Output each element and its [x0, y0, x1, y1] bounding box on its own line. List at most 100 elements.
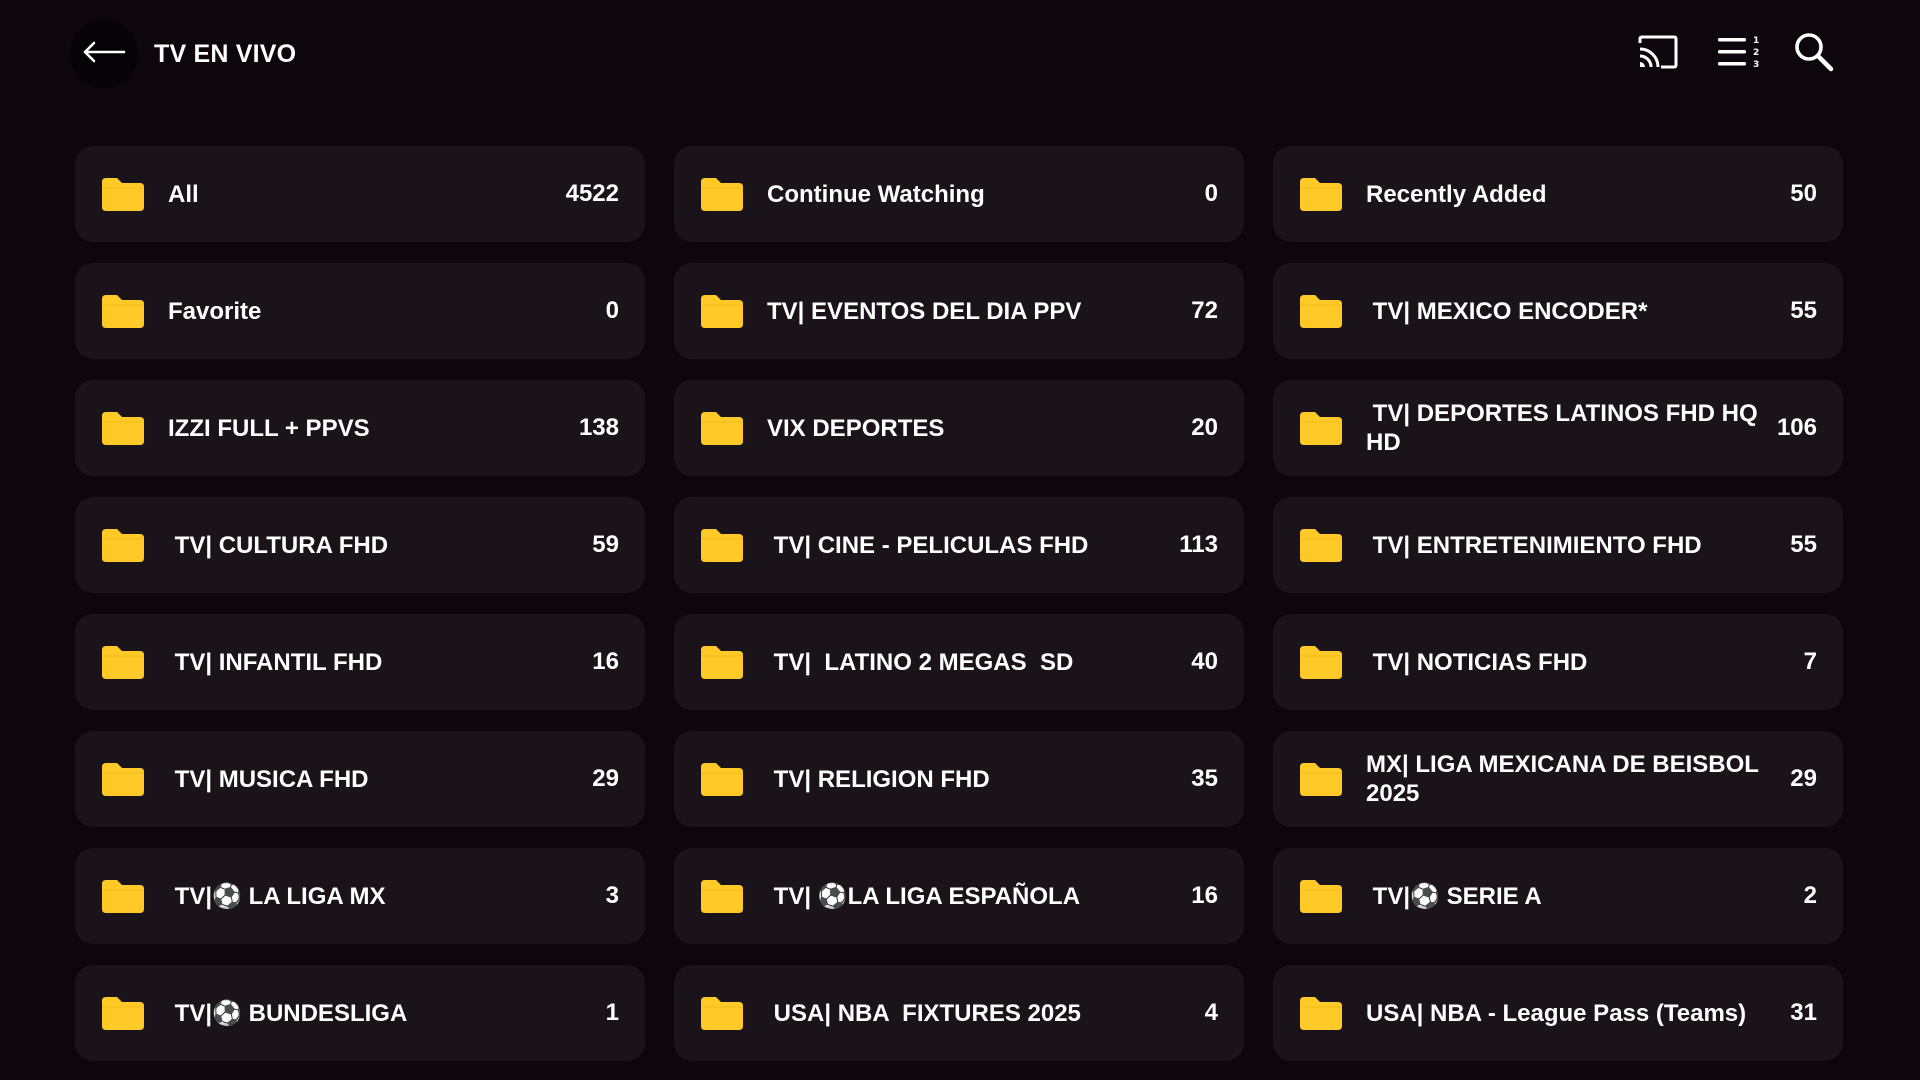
category-label: TV| LATINO 2 MEGAS SD	[767, 648, 1074, 676]
sort-button[interactable]: 1 2 3	[1714, 30, 1762, 78]
category-card[interactable]: TV| DEPORTES LATINOS FHD HQ HD 106	[1273, 380, 1843, 476]
category-card[interactable]: TV| CINE - PELICULAS FHD 113	[674, 497, 1244, 593]
category-label: VIX DEPORTES	[767, 414, 945, 442]
category-card[interactable]: IZZI FULL + PPVS 138	[75, 380, 645, 476]
category-card[interactable]: TV| ENTRETENIMIENTO FHD 55	[1273, 497, 1843, 593]
sort-numbered-list-icon: 1 2 3	[1716, 34, 1760, 75]
folder-icon	[100, 877, 146, 915]
category-label: TV| CINE - PELICULAS FHD	[767, 531, 1089, 559]
category-card[interactable]: TV| RELIGION FHD 35	[674, 731, 1244, 827]
category-label: TV|⚽ SERIE A	[1366, 882, 1542, 910]
category-label: TV| DEPORTES LATINOS FHD HQ HD	[1366, 400, 1765, 456]
category-card[interactable]: TV|⚽ SERIE A 2	[1273, 848, 1843, 944]
category-label: TV| ⚽LA LIGA ESPAÑOLA	[767, 882, 1081, 910]
search-button[interactable]	[1790, 30, 1838, 78]
category-count: 16	[592, 648, 619, 675]
category-count: 20	[1191, 414, 1218, 441]
folder-icon	[699, 409, 745, 447]
category-label: TV|⚽ BUNDESLIGA	[168, 999, 408, 1027]
category-count: 1	[605, 999, 619, 1026]
back-button[interactable]	[70, 20, 138, 88]
category-label: TV| RELIGION FHD	[767, 765, 990, 793]
category-count: 7	[1803, 648, 1817, 675]
category-count: 0	[1204, 180, 1218, 207]
category-card[interactable]: USA| NBA - League Pass (Teams) 31	[1273, 965, 1843, 1061]
folder-icon	[100, 643, 146, 681]
top-bar: TV EN VIVO 1 2 3	[0, 0, 1920, 110]
folder-icon	[100, 760, 146, 798]
folder-icon	[1298, 175, 1344, 213]
category-card[interactable]: TV| MUSICA FHD 29	[75, 731, 645, 827]
category-count: 31	[1790, 999, 1817, 1026]
category-card[interactable]: TV| MEXICO ENCODER* 55	[1273, 263, 1843, 359]
category-count: 29	[1790, 765, 1817, 792]
page-title: TV EN VIVO	[154, 40, 297, 68]
folder-icon	[100, 409, 146, 447]
category-count: 113	[1179, 531, 1218, 558]
svg-text:2: 2	[1753, 48, 1759, 58]
category-card[interactable]: TV| LATINO 2 MEGAS SD 40	[674, 614, 1244, 710]
folder-icon	[1298, 643, 1344, 681]
folder-icon	[100, 175, 146, 213]
category-card[interactable]: TV| ⚽LA LIGA ESPAÑOLA 16	[674, 848, 1244, 944]
category-label: Favorite	[168, 297, 262, 325]
folder-icon	[1298, 409, 1344, 447]
folder-icon	[1298, 526, 1344, 564]
category-label: MX| LIGA MEXICANA DE BEISBOL 2025	[1366, 751, 1766, 807]
folder-icon	[699, 175, 745, 213]
cast-icon	[1637, 34, 1679, 75]
category-label: TV| INFANTIL FHD	[168, 648, 383, 676]
category-card[interactable]: MX| LIGA MEXICANA DE BEISBOL 2025 29	[1273, 731, 1843, 827]
category-card[interactable]: TV| CULTURA FHD 59	[75, 497, 645, 593]
category-count: 35	[1191, 765, 1218, 792]
svg-text:3: 3	[1753, 60, 1759, 70]
folder-icon	[100, 292, 146, 330]
category-label: IZZI FULL + PPVS	[168, 414, 370, 442]
category-label: USA| NBA FIXTURES 2025	[767, 999, 1081, 1027]
folder-icon	[100, 994, 146, 1032]
category-count: 55	[1790, 531, 1817, 558]
category-label: USA| NBA - League Pass (Teams)	[1366, 999, 1747, 1027]
folder-icon	[1298, 760, 1344, 798]
category-count: 138	[578, 414, 619, 441]
category-label: TV| NOTICIAS FHD	[1366, 648, 1588, 676]
category-card[interactable]: USA| NBA FIXTURES 2025 4	[674, 965, 1244, 1061]
category-card[interactable]: TV| INFANTIL FHD 16	[75, 614, 645, 710]
category-label: Continue Watching	[767, 180, 985, 208]
category-count: 4522	[565, 180, 619, 207]
category-count: 59	[592, 531, 619, 558]
category-card[interactable]: TV|⚽ BUNDESLIGA 1	[75, 965, 645, 1061]
category-grid: All 4522 Continue Watching 0 Recently Ad…	[75, 146, 1845, 1061]
category-label: TV| CULTURA FHD	[168, 531, 389, 559]
cast-button[interactable]	[1634, 30, 1682, 78]
category-count: 2	[1803, 882, 1817, 909]
category-card[interactable]: TV| NOTICIAS FHD 7	[1273, 614, 1843, 710]
category-label: All	[168, 180, 199, 208]
category-count: 55	[1790, 297, 1817, 324]
svg-text:1: 1	[1753, 36, 1759, 46]
folder-icon	[699, 292, 745, 330]
category-count: 106	[1776, 414, 1817, 441]
category-count: 72	[1191, 297, 1218, 324]
category-card[interactable]: Recently Added 50	[1273, 146, 1843, 242]
category-card[interactable]: Favorite 0	[75, 263, 645, 359]
folder-icon	[1298, 292, 1344, 330]
category-label: TV| ENTRETENIMIENTO FHD	[1366, 531, 1702, 559]
category-count: 29	[592, 765, 619, 792]
search-icon	[1793, 31, 1835, 78]
category-card[interactable]: Continue Watching 0	[674, 146, 1244, 242]
category-card[interactable]: All 4522	[75, 146, 645, 242]
category-label: TV| MEXICO ENCODER*	[1366, 297, 1648, 325]
category-count: 0	[605, 297, 619, 324]
category-count: 4	[1204, 999, 1218, 1026]
back-arrow-icon	[82, 41, 126, 68]
category-card[interactable]: VIX DEPORTES 20	[674, 380, 1244, 476]
category-card[interactable]: TV|⚽ LA LIGA MX 3	[75, 848, 645, 944]
folder-icon	[699, 877, 745, 915]
category-count: 3	[605, 882, 619, 909]
folder-icon	[1298, 994, 1344, 1032]
category-count: 16	[1191, 882, 1218, 909]
folder-icon	[699, 760, 745, 798]
folder-icon	[699, 643, 745, 681]
category-card[interactable]: TV| EVENTOS DEL DIA PPV 72	[674, 263, 1244, 359]
